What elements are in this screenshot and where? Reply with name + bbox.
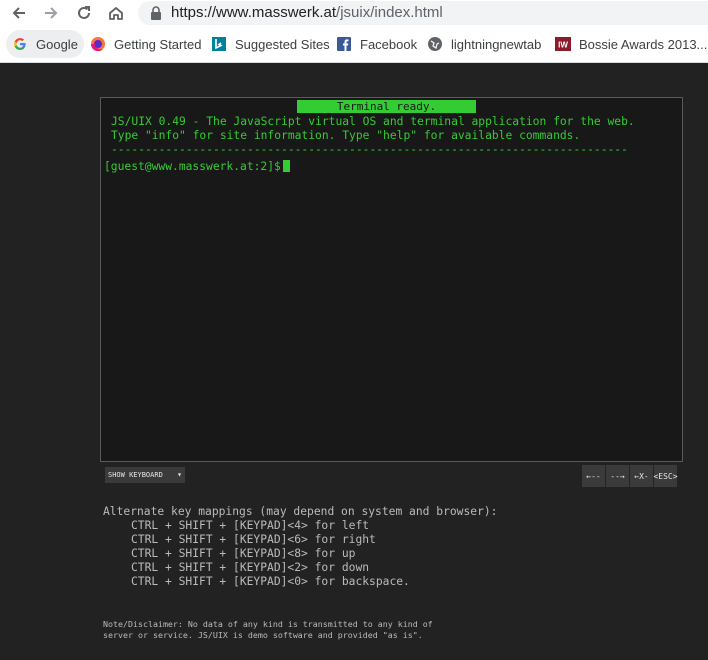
reload-icon: [78, 6, 90, 19]
bing-icon: [211, 36, 227, 52]
disclaimer-line: server or service. JS/UIX is demo softwa…: [103, 630, 423, 640]
terminal-prompt: [guest@www.masswerk.at:2]$: [104, 160, 281, 173]
terminal-prompt-line[interactable]: [guest@www.masswerk.at:2]$: [104, 160, 290, 174]
home-button[interactable]: [105, 2, 127, 24]
help-mapping: CTRL + SHIFT + [KEYPAD]<6> for right: [131, 533, 376, 546]
show-keyboard-button[interactable]: SHOW KEYBOARD ▾: [105, 467, 185, 483]
special-keys: ←-- --→ ←X- <ESC>: [582, 465, 678, 487]
disclaimer-note: Note/Disclaimer: No data of any kind is …: [103, 619, 433, 641]
infoworld-icon: IW: [555, 36, 571, 52]
page-content: Terminal ready. JS/UIX 0.49 - The JavaSc…: [0, 63, 708, 660]
url-text: https://www.masswerk.at/jsuix/index.html: [171, 4, 443, 21]
bookmark-label: Suggested Sites: [235, 36, 330, 52]
bookmark-label: lightningnewtab: [451, 36, 542, 52]
facebook-icon: [336, 36, 352, 52]
bookmark-label: Bossie Awards 2013...: [579, 36, 708, 52]
browser-chrome: https://www.masswerk.at/jsuix/index.html…: [0, 0, 708, 63]
lock-icon: [151, 6, 161, 20]
arrow-left-icon: [12, 7, 25, 19]
bookmark-label: Getting Started: [114, 36, 202, 52]
bookmark-getting-started[interactable]: Getting Started: [90, 30, 201, 58]
key-mappings-help: Alternate key mappings (may depend on sy…: [103, 505, 497, 589]
terminal-separator: ----------------------------------------…: [111, 143, 628, 156]
globe-icon: [427, 36, 443, 52]
terminal-status: Terminal ready.: [297, 100, 476, 113]
forward-button[interactable]: [40, 2, 62, 24]
terminal-banner-line: JS/UIX 0.49 - The JavaScript virtual OS …: [111, 115, 635, 128]
backspace-key[interactable]: ←X-: [630, 465, 653, 487]
firefox-icon: [90, 36, 106, 52]
bookmark-bossie-awards[interactable]: IW Bossie Awards 2013...: [555, 30, 707, 58]
home-icon: [109, 7, 123, 20]
bookmark-facebook[interactable]: Facebook: [336, 30, 417, 58]
help-title: Alternate key mappings (may depend on sy…: [103, 505, 498, 518]
escape-key[interactable]: <ESC>: [653, 465, 678, 487]
chevron-down-icon: ▾: [177, 470, 182, 479]
terminal-window[interactable]: Terminal ready. JS/UIX 0.49 - The JavaSc…: [100, 97, 683, 462]
arrow-right-icon: [45, 7, 58, 19]
bookmark-label: Facebook: [360, 36, 418, 52]
svg-text:IW: IW: [558, 41, 568, 50]
url-host: https://www.masswerk.at: [171, 4, 337, 21]
reload-button[interactable]: [73, 2, 95, 24]
terminal-cursor: [282, 160, 290, 172]
browser-toolbar: https://www.masswerk.at/jsuix/index.html: [0, 0, 708, 25]
left-arrow-key[interactable]: ←--: [582, 465, 605, 487]
disclaimer-line: Note/Disclaimer: No data of any kind is …: [103, 619, 433, 629]
url-path: /jsuix/index.html: [336, 4, 443, 21]
back-button[interactable]: [8, 2, 30, 24]
terminal-banner-line: Type "info" for site information. Type "…: [111, 129, 581, 142]
right-arrow-key[interactable]: --→: [606, 465, 629, 487]
help-mapping: CTRL + SHIFT + [KEYPAD]<2> for down: [131, 561, 370, 574]
bookmarks-bar: Google Getting Started Suggested Sites F…: [0, 29, 708, 60]
bookmark-suggested-sites[interactable]: Suggested Sites: [211, 30, 330, 58]
help-mapping: CTRL + SHIFT + [KEYPAD]<8> for up: [131, 547, 356, 560]
bookmark-lightningnewtab[interactable]: lightningnewtab: [427, 30, 541, 58]
bookmark-label: Google: [36, 36, 78, 52]
address-bar[interactable]: https://www.masswerk.at/jsuix/index.html: [138, 1, 708, 25]
bookmark-google[interactable]: Google: [6, 30, 84, 58]
show-keyboard-label: SHOW KEYBOARD: [108, 471, 163, 479]
google-icon: [12, 36, 28, 52]
help-mapping: CTRL + SHIFT + [KEYPAD]<0> for backspace…: [131, 575, 410, 588]
help-mapping: CTRL + SHIFT + [KEYPAD]<4> for left: [131, 519, 370, 532]
